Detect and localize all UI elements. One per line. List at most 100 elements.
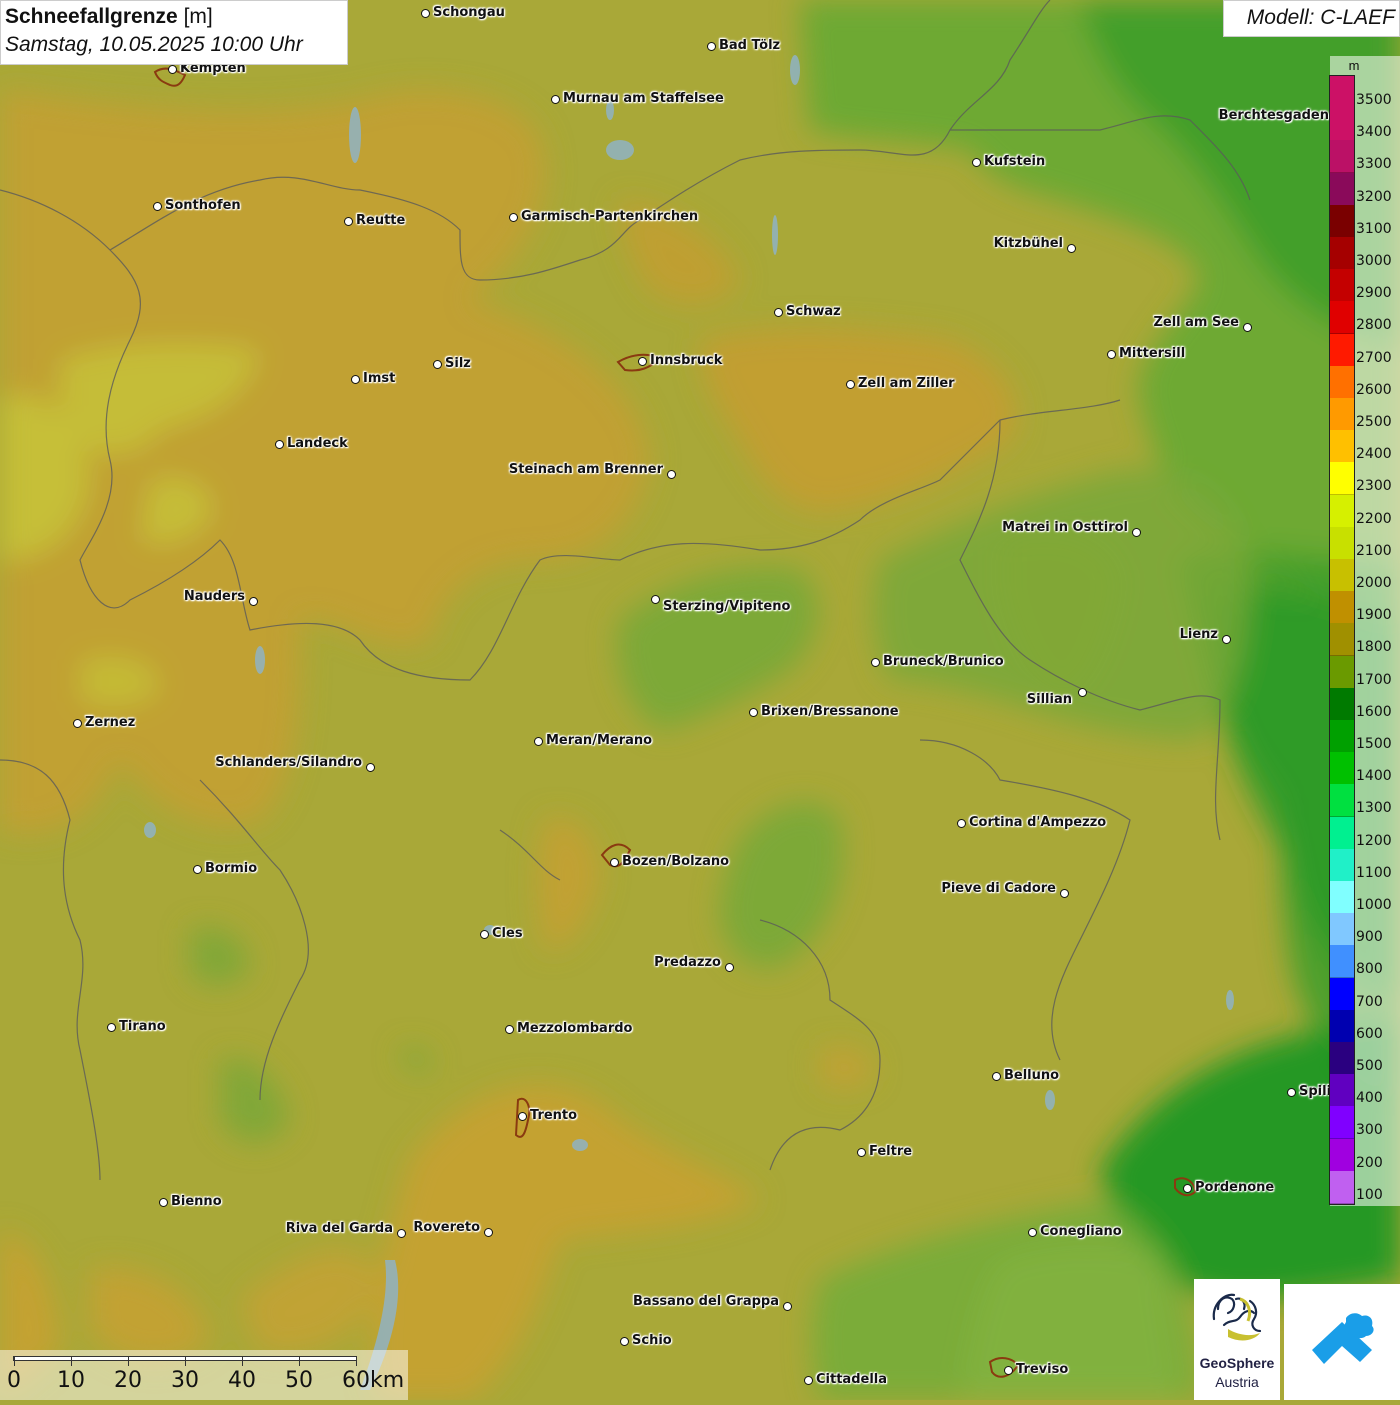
scale-label-3: 30: [171, 1368, 199, 1393]
city-label-zell-am-see: Zell am See: [1153, 315, 1239, 330]
legend-label-700: 700: [1356, 993, 1383, 1010]
city-marker-bozen-bolzano: [610, 858, 619, 867]
geosphere-logo-icon: [1212, 1293, 1262, 1341]
city-marker-schio: [620, 1337, 629, 1346]
city-marker-steinach-am-brenner: [667, 470, 676, 479]
city-label-mezzolombardo: Mezzolombardo: [517, 1021, 633, 1036]
title-panel: Schneefallgrenze [m] Samstag, 10.05.2025…: [0, 0, 348, 65]
city-marker-predazzo: [725, 963, 734, 972]
map-title: Schneefallgrenze [m]: [5, 5, 213, 29]
legend-label-1100: 1100: [1356, 864, 1392, 881]
legend-label-1500: 1500: [1356, 736, 1392, 752]
legend-label-3100: 3100: [1356, 220, 1392, 237]
legend-label-2800: 2800: [1356, 317, 1392, 334]
city-label-silz: Silz: [445, 356, 471, 371]
city-marker-feltre: [857, 1148, 866, 1157]
legend-label-600: 600: [1356, 1025, 1383, 1042]
city-marker-silz: [433, 360, 442, 369]
city-marker-nauders: [249, 597, 258, 606]
legend-label-2100: 2100: [1356, 542, 1392, 559]
legend-label-300: 300: [1356, 1122, 1383, 1139]
city-label-rovereto: Rovereto: [413, 1220, 480, 1235]
city-marker-cles: [480, 930, 489, 939]
city-label-mittersill: Mittersill: [1119, 346, 1186, 361]
scale-tick: [299, 1356, 300, 1366]
city-label-bozen-bolzano: Bozen/Bolzano: [622, 854, 730, 869]
city-label-sterzing-vipiteno: Sterzing/Vipiteno: [663, 599, 791, 614]
city-marker-trento: [518, 1112, 527, 1121]
city-label-cles: Cles: [492, 926, 523, 941]
legend-label-2200: 2200: [1356, 510, 1392, 527]
city-marker-kufstein: [972, 158, 981, 167]
city-label-riva-del-garda: Riva del Garda: [285, 1221, 393, 1236]
city-marker-bad-t-lz: [707, 42, 716, 51]
legend-label-3300: 3300: [1356, 156, 1392, 173]
city-marker-zernez: [73, 719, 82, 728]
city-label-kitzb-hel: Kitzbühel: [993, 236, 1063, 251]
city-label-feltre: Feltre: [869, 1144, 913, 1159]
legend-label-800: 800: [1356, 961, 1383, 978]
scale-label-5: 50: [285, 1368, 313, 1393]
city-marker-treviso: [1004, 1366, 1013, 1375]
legend-label-1700: 1700: [1356, 671, 1392, 688]
city-label-bassano-del-grappa: Bassano del Grappa: [633, 1294, 779, 1309]
city-label-conegliano: Conegliano: [1040, 1224, 1122, 1239]
city-marker-bruneck-brunico: [871, 658, 880, 667]
city-label-steinach-am-brenner: Steinach am Brenner: [508, 462, 663, 477]
city-marker-lienz: [1222, 635, 1231, 644]
city-marker-brixen-bressanone: [749, 708, 758, 717]
city-marker-spili: [1287, 1088, 1296, 1097]
scale-label-2: 20: [114, 1368, 142, 1393]
city-marker-riva-del-garda: [397, 1229, 406, 1238]
legend-label-3000: 3000: [1356, 253, 1392, 269]
legend-label-2500: 2500: [1356, 414, 1392, 430]
city-marker-conegliano: [1028, 1228, 1037, 1237]
model-label: Modell: C-LAEF: [1246, 6, 1395, 29]
city-label-schlanders-silandro: Schlanders/Silandro: [215, 755, 362, 770]
city-label-pieve-di-cadore: Pieve di Cadore: [941, 881, 1056, 896]
city-label-garmisch-partenkirchen: Garmisch-Partenkirchen: [521, 209, 699, 224]
scale-label-1: 10: [57, 1368, 85, 1393]
legend-label-1300: 1300: [1356, 800, 1392, 817]
city-marker-cortina-d-ampezzo: [957, 819, 966, 828]
city-label-murnau-am-staffelsee: Murnau am Staffelsee: [563, 91, 724, 106]
city-marker-cittadella: [804, 1376, 813, 1385]
legend-label-100: 100: [1356, 1186, 1383, 1203]
city-marker-pieve-di-cadore: [1060, 889, 1069, 898]
city-label-tirano: Tirano: [119, 1019, 166, 1034]
city-label-belluno: Belluno: [1004, 1068, 1060, 1083]
legend-label-1600: 1600: [1356, 703, 1392, 720]
city-marker-bormio: [193, 865, 202, 874]
legend-label-3500: 3500: [1356, 92, 1392, 108]
city-marker-kitzb-hel: [1067, 244, 1076, 253]
scale-tick: [71, 1356, 72, 1366]
city-marker-sonthofen: [153, 202, 162, 211]
city-marker-reutte: [344, 217, 353, 226]
legend-label-3200: 3200: [1356, 188, 1392, 205]
legend-label-2600: 2600: [1356, 381, 1392, 398]
scale-tick: [356, 1356, 357, 1366]
city-label-lienz: Lienz: [1179, 627, 1218, 642]
app-logo: [1284, 1284, 1400, 1400]
scale-label-0: 0: [7, 1368, 21, 1393]
legend-label-2400: 2400: [1356, 446, 1392, 463]
city-label-schwaz: Schwaz: [786, 304, 841, 319]
legend-label-2300: 2300: [1356, 478, 1392, 495]
model-panel: Modell: C-LAEF: [1223, 0, 1400, 37]
city-label-treviso: Treviso: [1016, 1362, 1069, 1377]
scale-tick: [185, 1356, 186, 1366]
city-label-nauders: Nauders: [183, 589, 245, 604]
city-marker-innsbruck: [638, 357, 647, 366]
city-label-brixen-bressanone: Brixen/Bressanone: [761, 704, 899, 719]
legend-label-200: 200: [1356, 1154, 1383, 1171]
city-marker-belluno: [992, 1072, 1001, 1081]
city-label-spili: Spili: [1299, 1084, 1332, 1099]
city-label-zell-am-ziller: Zell am Ziller: [858, 376, 955, 391]
city-marker-zell-am-ziller: [846, 380, 855, 389]
city-label-berchtesgaden: Berchtesgaden: [1218, 108, 1329, 123]
city-marker-pordenone: [1183, 1184, 1192, 1193]
city-label-schio: Schio: [632, 1333, 672, 1348]
city-marker-bienno: [159, 1198, 168, 1207]
legend-frame: [1329, 75, 1355, 1205]
city-marker-zell-am-see: [1243, 323, 1252, 332]
